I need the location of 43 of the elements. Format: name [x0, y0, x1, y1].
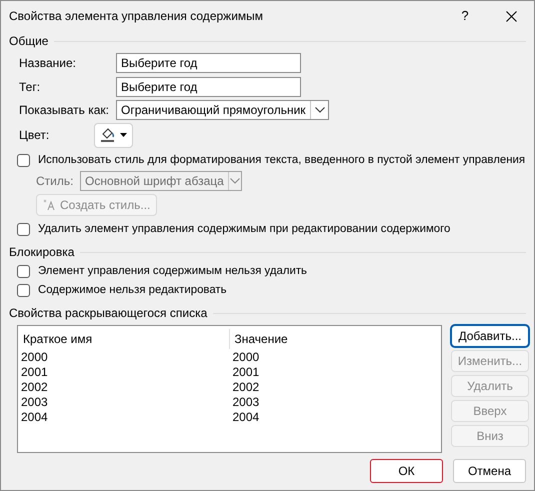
window-title: Свойства элемента управления содержимым: [9, 8, 264, 25]
checkbox[interactable]: [17, 154, 30, 167]
list-cell[interactable]: 2002: [230, 380, 441, 395]
list-cell[interactable]: 2004: [230, 410, 441, 425]
list-button[interactable]: Добавить...: [451, 325, 529, 347]
chevron-down-icon: [230, 178, 240, 184]
field-label: Показывать как:: [19, 102, 110, 119]
group-heading: Блокировка: [9, 244, 74, 261]
group-heading: Общие: [9, 33, 48, 50]
checkbox-label: Использовать стиль для форматирования текста, введенного в пустой элемент управления: [38, 152, 526, 168]
field-label: Стиль:: [36, 173, 74, 190]
column-header[interactable]: Краткое имя: [18, 329, 230, 349]
column-header[interactable]: Значение: [230, 329, 441, 349]
text-field[interactable]: Выберите год: [116, 53, 301, 73]
dialog-button[interactable]: ОК: [370, 459, 443, 483]
color-button[interactable]: [94, 122, 133, 148]
checkbox-label: Удалить элемент управления содержимым при редактировании содержимого: [38, 222, 450, 237]
checkbox[interactable]: [17, 284, 30, 297]
checkbox-label: Элемент управления содержимым нельзя удалить: [38, 264, 307, 279]
group-heading: Свойства раскрывающегося списка: [9, 305, 208, 322]
list-cell[interactable]: 2000: [230, 350, 441, 365]
close-icon: [506, 10, 516, 22]
checkbox[interactable]: [17, 223, 30, 236]
list-cell[interactable]: 2000: [18, 350, 230, 365]
list-cell[interactable]: 2001: [18, 365, 230, 380]
help-button[interactable]: ?: [442, 1, 488, 31]
list-cell[interactable]: 2004: [18, 410, 230, 425]
chevron-down-icon: [314, 107, 324, 113]
caret-down-icon: [120, 133, 127, 137]
field-label: Цвет:: [19, 127, 50, 144]
checkbox[interactable]: [17, 265, 30, 278]
field-label: Тег:: [19, 79, 42, 96]
list-cell[interactable]: 2003: [230, 395, 441, 410]
list-cell[interactable]: 2001: [230, 365, 441, 380]
field-label: Название:: [19, 55, 77, 72]
show-as-dropdown[interactable]: Ограничивающий прямоугольник: [116, 100, 329, 120]
checkbox-label: Содержимое нельзя редактировать: [38, 282, 227, 298]
list-cell[interactable]: 2002: [18, 380, 230, 395]
sparkle-a-icon: [43, 199, 57, 211]
paint-bucket-icon: [100, 127, 116, 143]
dialog-button[interactable]: Отмена: [453, 459, 526, 483]
list-cell[interactable]: 2003: [18, 395, 230, 410]
text-field[interactable]: Выберите год: [116, 77, 301, 97]
